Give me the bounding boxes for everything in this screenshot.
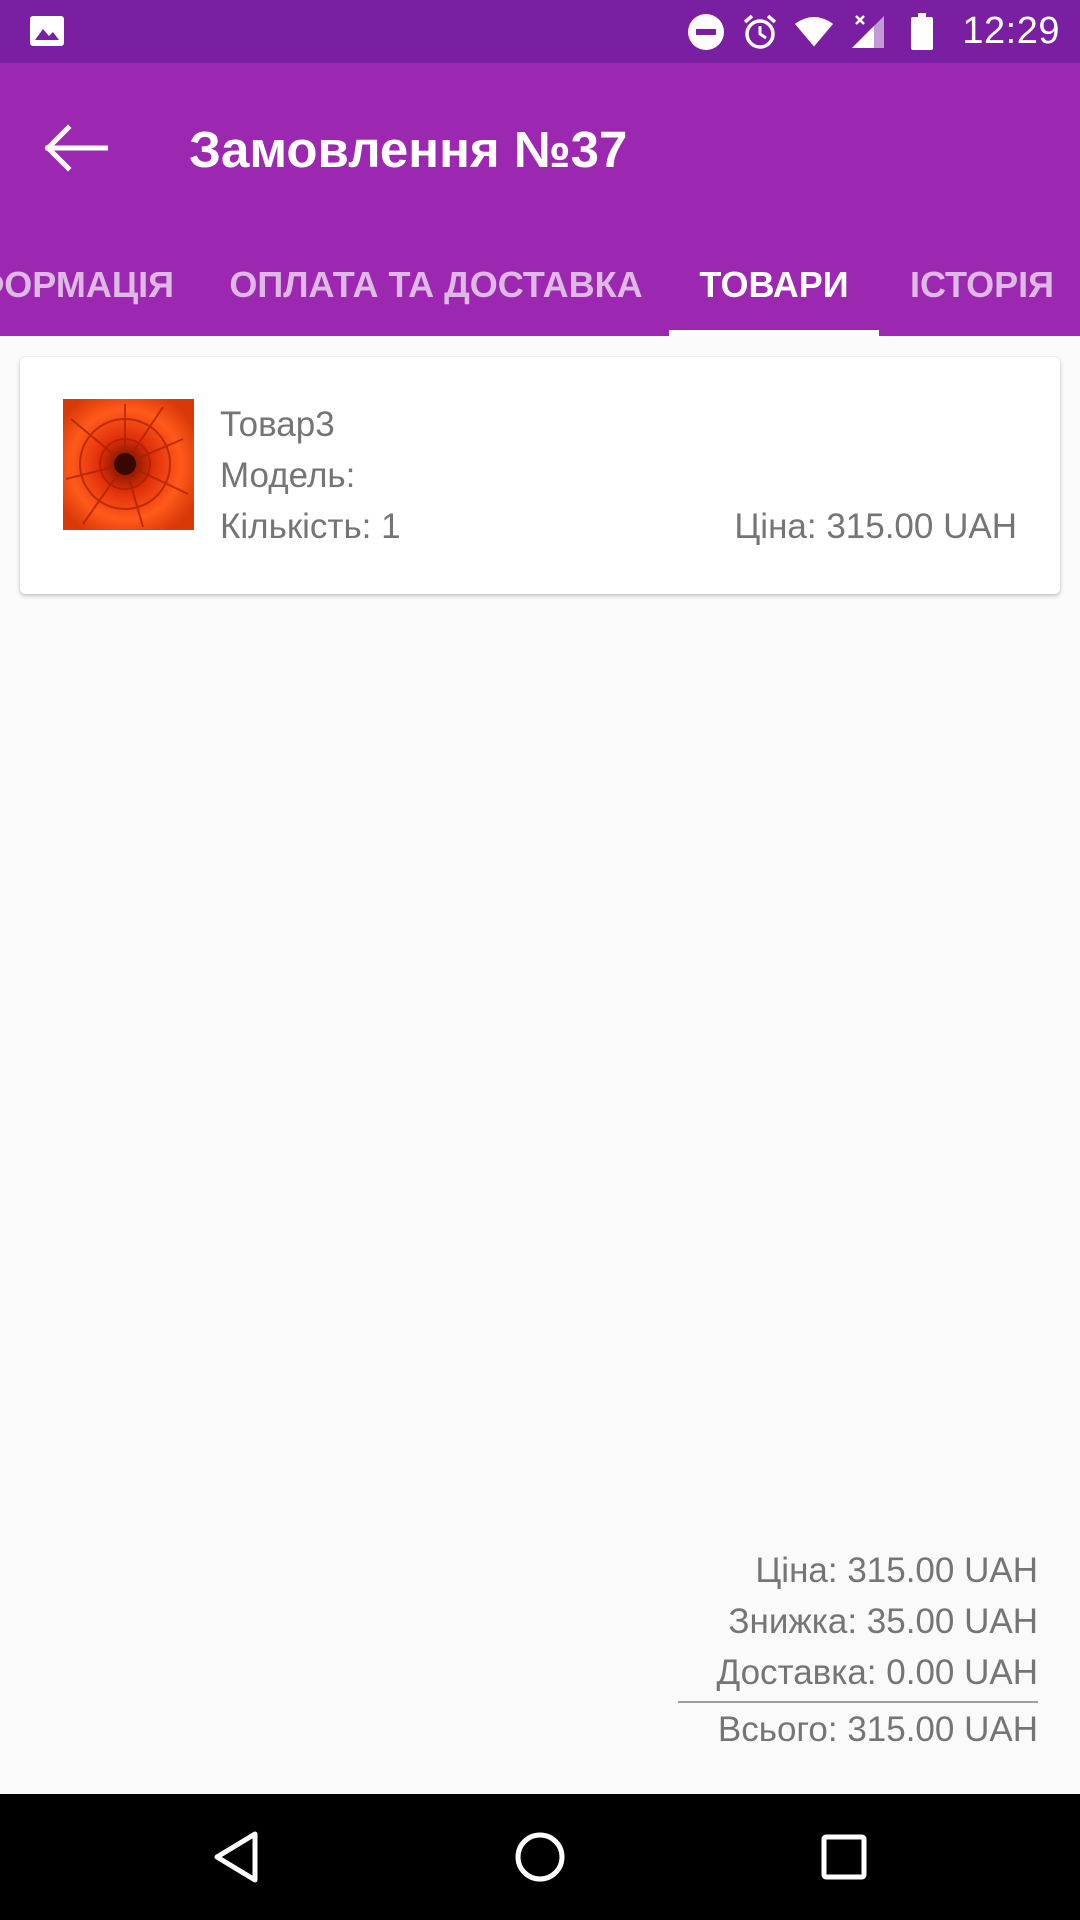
tab-payment-delivery-label: ОПЛАТА ТА ДОСТАВКА (229, 264, 643, 305)
totals-price: Ціна: 315.00 UAH (755, 1551, 1038, 1590)
product-quantity: Кількість: 1 (220, 507, 401, 546)
nav-back-button[interactable] (196, 1817, 276, 1897)
nav-home-button[interactable] (500, 1817, 580, 1897)
totals-total: Всього: 315.00 UAH (717, 1710, 1038, 1749)
active-tab-indicator (669, 330, 879, 336)
battery-icon (902, 12, 942, 52)
product-model: Модель: (220, 456, 356, 495)
nav-home-icon (515, 1832, 565, 1882)
status-bar: 12:29 (0, 0, 1080, 63)
app-bar: Замовлення №37 ФОРМАЦІЯ ОПЛАТА ТА ДОСТАВ… (0, 63, 1080, 336)
image-icon (30, 16, 64, 46)
tab-goods-label: ТОВАРИ (699, 264, 849, 305)
nav-back-icon (214, 1831, 258, 1883)
page-title: Замовлення №37 (189, 121, 628, 178)
totals-delivery: Доставка: 0.00 UAH (716, 1653, 1039, 1692)
status-time: 12:29 (962, 10, 1060, 52)
tab-history-label: ІСТОРІЯ (909, 264, 1055, 305)
tab-history[interactable]: ІСТОРІЯ (897, 231, 1067, 336)
tab-information-label: ФОРМАЦІЯ (0, 264, 174, 305)
arrow-back-icon (44, 124, 108, 172)
product-card[interactable]: Товар3 Модель: Кількість: 1 Ціна: 315.00… (20, 357, 1060, 594)
system-nav-bar (0, 1794, 1080, 1920)
product-name: Товар3 (220, 405, 335, 444)
totals-discount: Знижка: 35.00 UAH (728, 1602, 1038, 1641)
tab-payment-delivery[interactable]: ОПЛАТА ТА ДОСТАВКА (221, 231, 651, 336)
tab-information[interactable]: ФОРМАЦІЯ (0, 231, 174, 336)
back-button[interactable] (30, 103, 120, 193)
totals-divider (678, 1701, 1038, 1703)
product-thumbnail (63, 399, 194, 530)
order-totals: Ціна: 315.00 UAH Знижка: 35.00 UAH Доста… (678, 1545, 1038, 1755)
signal-icon (848, 12, 888, 52)
tab-bar: ФОРМАЦІЯ ОПЛАТА ТА ДОСТАВКА ТОВАРИ ІСТОР… (0, 231, 1080, 336)
alarm-icon (740, 12, 780, 52)
do-not-disturb-icon (686, 12, 726, 52)
nav-recents-icon (821, 1834, 867, 1880)
product-price: Ціна: 315.00 UAH (734, 507, 1017, 546)
tab-goods[interactable]: ТОВАРИ (669, 231, 879, 336)
nav-recents-button[interactable] (804, 1817, 884, 1897)
wifi-icon (794, 12, 834, 52)
